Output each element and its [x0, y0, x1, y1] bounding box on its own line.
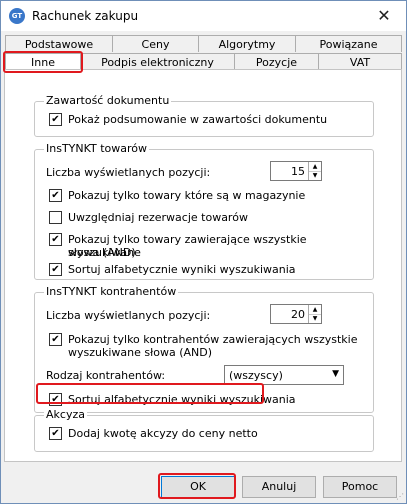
towary-count-stepper[interactable]: 15 ▲ ▼ [270, 161, 322, 181]
checkbox-tylko-w-magazynie[interactable]: ✔ [49, 189, 62, 202]
window-title: Rachunek zakupu [32, 9, 139, 23]
tab-podstawowe[interactable]: Podstawowe [5, 35, 113, 52]
checkbox-rezerwacje[interactable] [49, 211, 62, 224]
rodzaj-kontrahentow-label: Rodzaj kontrahentów: [46, 369, 166, 382]
stepper-buttons: ▲ ▼ [308, 305, 321, 323]
checkbox-label-line2: wyszukiwane słowa (AND) [68, 346, 213, 359]
tab-panel-inne: Zawartość dokumentu ✔ Pokaż podsumowanie… [4, 69, 402, 462]
group-title: Zawartość dokumentu [44, 94, 172, 107]
rodzaj-kontrahentow-select[interactable]: (wszyscy) ▼ [224, 365, 344, 385]
tab-powiazane[interactable]: Powiązane [295, 35, 402, 52]
group-zawartosc-dokumentu: Zawartość dokumentu ✔ Pokaż podsumowanie… [34, 94, 374, 137]
stepper-down-icon[interactable]: ▼ [309, 171, 321, 180]
checkbox-sortuj-towary[interactable]: ✔ [49, 263, 62, 276]
checkbox-towary-and[interactable]: ✔ [49, 233, 62, 246]
group-instynkt-kontrahentow: InsTYNKT kontrahentów Liczba wyświetlany… [34, 285, 374, 413]
tab-inne[interactable]: Inne [5, 53, 81, 70]
tab-algorytmy[interactable]: Algorytmy [198, 35, 296, 52]
tab-vat[interactable]: VAT [318, 53, 402, 70]
resize-grip-icon[interactable]: ⋰ [396, 493, 404, 501]
checkbox-label: Sortuj alfabetycznie wyniki wyszukiwania [68, 393, 296, 406]
app-icon: GT [9, 8, 25, 24]
tab-pozycje[interactable]: Pozycje [234, 53, 319, 70]
checkbox-sortuj-kontrahenci[interactable]: ✔ [49, 393, 62, 406]
stepper-value: 20 [291, 308, 305, 321]
checkbox-pokaz-podsumowanie[interactable]: ✔ [49, 113, 62, 126]
count-label: Liczba wyświetlanych pozycji: [46, 309, 211, 322]
title-bar: GT Rachunek zakupu ✕ [1, 1, 406, 31]
checkbox-label: Pokazuj tylko towary które są w magazyni… [68, 189, 306, 202]
checkbox-label-line2: słowa (AND) [68, 246, 136, 259]
group-title: InsTYNKT kontrahentów [44, 285, 179, 298]
checkbox-kontrahenci-and[interactable]: ✔ [49, 333, 62, 346]
group-title: Akcyza [44, 408, 87, 421]
chevron-down-icon: ▼ [332, 369, 339, 379]
tab-ceny[interactable]: Ceny [112, 35, 199, 52]
dialog-window: GT Rachunek zakupu ✕ Podstawowe Ceny Alg… [0, 0, 407, 504]
checkbox-label: Uwzględniaj rezerwacje towarów [68, 211, 248, 224]
cancel-button[interactable]: Anuluj [242, 476, 316, 498]
tab-podpis-elektroniczny[interactable]: Podpis elektroniczny [80, 53, 235, 70]
select-value: (wszyscy) [229, 369, 283, 382]
checkbox-label: Pokaż podsumowanie w zawartości dokument… [68, 113, 328, 126]
ok-button[interactable]: OK [161, 476, 235, 498]
close-icon[interactable]: ✕ [370, 5, 398, 27]
kontrahenci-count-stepper[interactable]: 20 ▲ ▼ [270, 304, 322, 324]
checkbox-label: Pokazuj tylko kontrahentów zawierających… [68, 333, 358, 346]
stepper-buttons: ▲ ▼ [308, 162, 321, 180]
checkbox-label: Dodaj kwotę akcyzy do ceny netto [68, 427, 258, 440]
group-title: InsTYNKT towarów [44, 142, 149, 155]
stepper-value: 15 [291, 165, 305, 178]
count-label: Liczba wyświetlanych pozycji: [46, 166, 211, 179]
help-button[interactable]: Pomoc [323, 476, 397, 498]
checkbox-dodaj-akcyze[interactable]: ✔ [49, 427, 62, 440]
checkbox-label: Sortuj alfabetycznie wyniki wyszukiwania [68, 263, 296, 276]
group-instynkt-towarow: InsTYNKT towarów Liczba wyświetlanych po… [34, 142, 374, 280]
group-akcyza: Akcyza ✔ Dodaj kwotę akcyzy do ceny nett… [34, 408, 374, 452]
stepper-down-icon[interactable]: ▼ [309, 314, 321, 323]
